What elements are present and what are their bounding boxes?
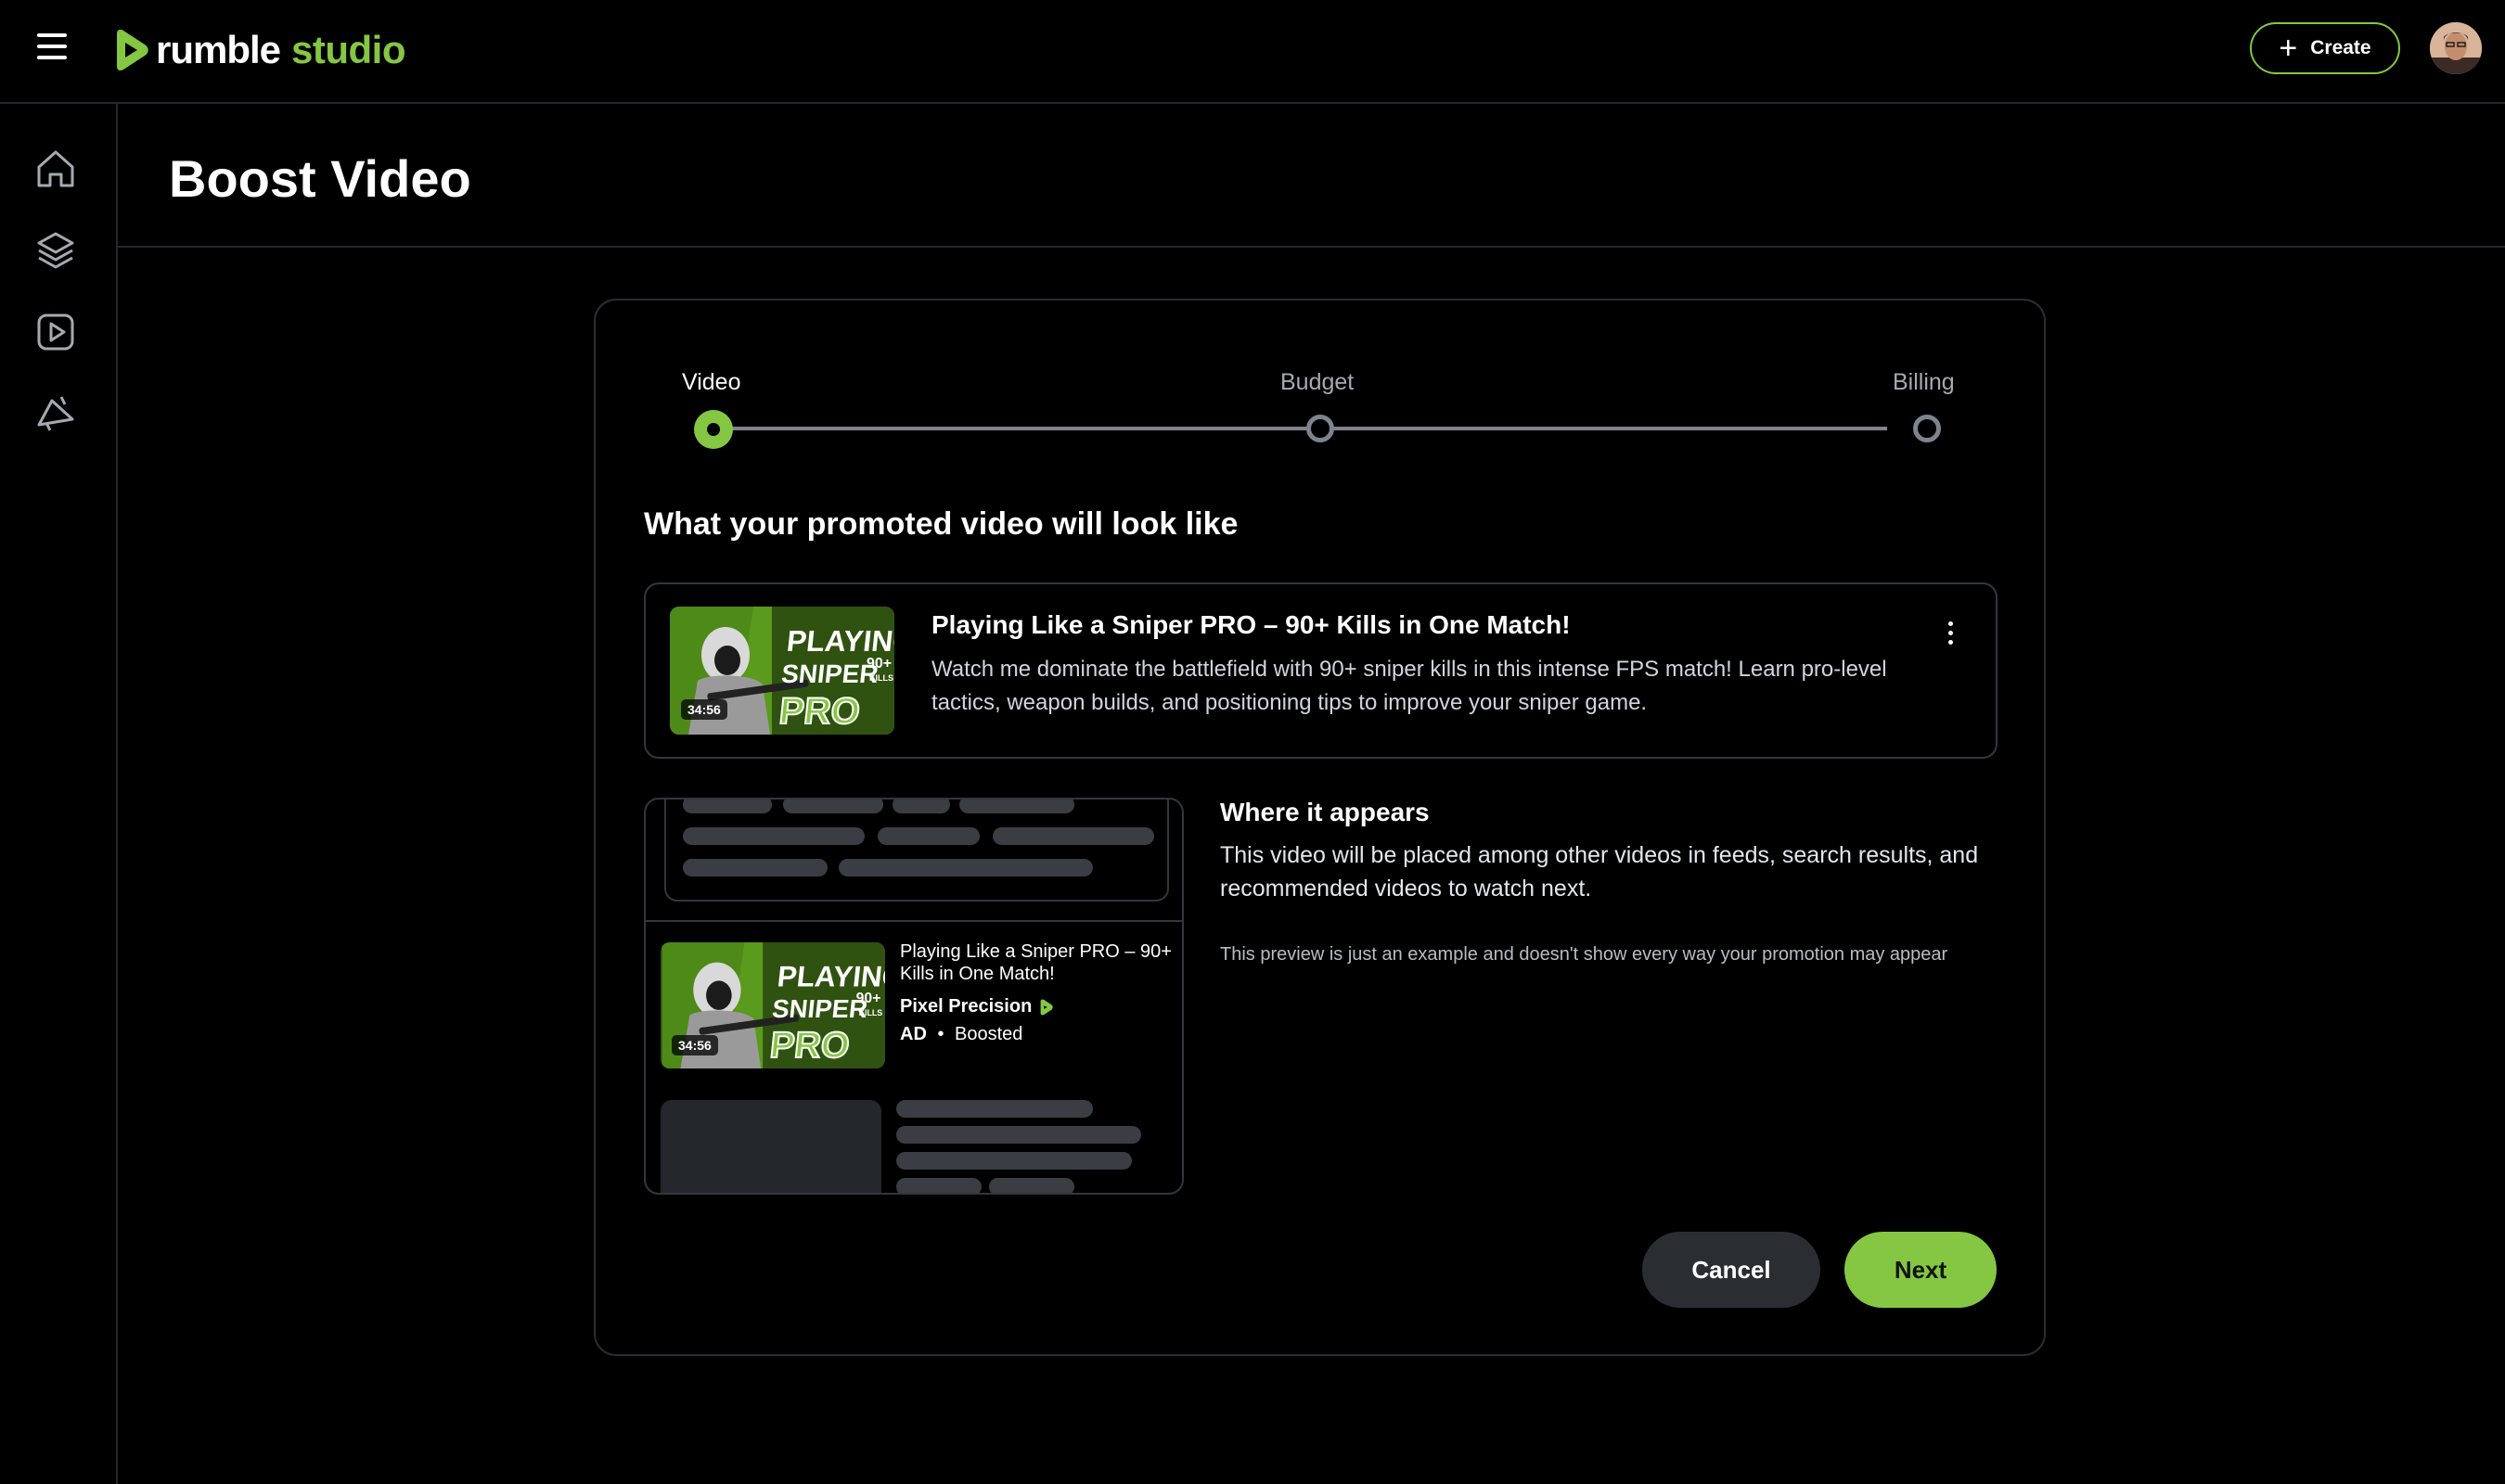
skeleton-bar xyxy=(893,800,950,813)
feed-meta: AD • Boosted xyxy=(900,1024,1022,1045)
thumbnail-badge-sub: KILLS xyxy=(869,673,893,683)
thumbnail-badge: 90+ xyxy=(856,991,881,1006)
skeleton-bar xyxy=(896,1126,1141,1144)
video-description: Watch me dominate the battlefield with 9… xyxy=(931,657,1887,715)
feed-channel: Pixel Precision xyxy=(900,996,1054,1017)
skeleton-bar xyxy=(993,827,1154,845)
thumbnail-text-2: SNIPER xyxy=(771,994,869,1023)
step-label-billing[interactable]: Billing xyxy=(1893,369,1955,396)
duration-badge: 34:56 xyxy=(681,699,727,720)
create-button[interactable]: + Create xyxy=(2250,22,2400,74)
brand-word: rumble xyxy=(156,28,281,71)
where-note: This preview is just an example and does… xyxy=(1220,944,1948,965)
video-thumbnail: PLAYING SNIPER 90+ KILLS PRO 34:56 xyxy=(670,607,894,735)
skeleton-bar xyxy=(683,859,828,876)
menu-icon[interactable] xyxy=(37,33,74,65)
megaphone-icon[interactable] xyxy=(33,391,78,436)
cancel-button[interactable]: Cancel xyxy=(1642,1232,1820,1308)
feed-thumbnail: PLAYING SNIPER 90+ KILLS PRO 34:56 xyxy=(661,942,885,1068)
more-options-icon[interactable] xyxy=(1942,621,1959,655)
rumble-logo-icon xyxy=(117,30,148,70)
video-title: Playing Like a Sniper PRO – 90+ Kills in… xyxy=(931,610,1571,639)
avatar[interactable] xyxy=(2430,22,2482,74)
page-title: Boost Video xyxy=(169,149,471,208)
skeleton-bar xyxy=(896,1178,982,1193)
thumbnail-text-2: SNIPER xyxy=(780,659,880,688)
create-button-label: Create xyxy=(2310,37,2371,58)
video-icon[interactable] xyxy=(33,310,78,354)
step-dot-budget[interactable] xyxy=(1306,415,1334,442)
verified-icon xyxy=(1040,999,1053,1015)
placeholder-card-top xyxy=(664,800,1169,902)
boost-card: Video Budget Billing What your promoted … xyxy=(594,299,2046,1356)
channel-name: Pixel Precision xyxy=(900,996,1033,1017)
skeleton-bar xyxy=(959,800,1074,813)
feed-duration-badge: 34:56 xyxy=(672,1035,718,1055)
feed-video-title: Playing Like a Sniper PRO – 90+ Kills in… xyxy=(900,941,1172,984)
thumbnail-text-1: PLAYING xyxy=(776,959,885,992)
brand-logo[interactable]: rumble studio xyxy=(109,24,406,76)
thumbnail-text-1: PLAYING xyxy=(785,624,894,658)
step-label-video[interactable]: Video xyxy=(682,369,741,396)
next-button[interactable]: Next xyxy=(1844,1232,1997,1308)
video-preview-card: PLAYING SNIPER 90+ KILLS PRO 34:56 Playi… xyxy=(644,582,1998,759)
skeleton-bar xyxy=(896,1152,1132,1170)
skeleton-bar xyxy=(783,800,883,813)
sidebar xyxy=(0,104,118,1484)
skeleton-bar xyxy=(989,1178,1074,1193)
skeleton-bar xyxy=(683,827,865,845)
plus-icon: + xyxy=(2279,31,2298,66)
layers-icon[interactable] xyxy=(33,228,78,273)
page-header: Boost Video xyxy=(118,104,2505,248)
skeleton-bar xyxy=(683,800,772,813)
placeholder-thumbnail xyxy=(661,1100,881,1193)
where-description: This video will be placed among other vi… xyxy=(1220,842,1979,902)
thumbnail-text-3: PRO xyxy=(777,691,862,732)
section-title: What your promoted video will look like xyxy=(644,506,1239,542)
top-bar: rumble studio + Create xyxy=(0,0,2505,104)
thumbnail-text-3: PRO xyxy=(768,1025,852,1066)
where-title: Where it appears xyxy=(1220,798,1430,826)
skeleton-bar xyxy=(839,859,1093,876)
skeleton-bar xyxy=(896,1100,1093,1118)
step-dot-billing[interactable] xyxy=(1913,415,1941,442)
thumbnail-badge: 90+ xyxy=(867,656,892,672)
stepper-track xyxy=(700,427,1887,430)
meta-separator: • xyxy=(937,1024,944,1044)
brand-suffix: studio xyxy=(291,28,406,71)
thumbnail-badge-sub: KILLS xyxy=(859,1008,883,1017)
ad-label: AD xyxy=(900,1024,927,1044)
step-label-budget[interactable]: Budget xyxy=(1280,369,1354,396)
feed-preview: PLAYING SNIPER 90+ KILLS PRO 34:56 Playi… xyxy=(644,798,1184,1195)
boosted-status: Boosted xyxy=(955,1024,1023,1044)
divider xyxy=(646,920,1182,922)
home-icon[interactable] xyxy=(33,147,78,191)
skeleton-bar xyxy=(878,827,980,845)
step-dot-video[interactable] xyxy=(694,410,733,449)
